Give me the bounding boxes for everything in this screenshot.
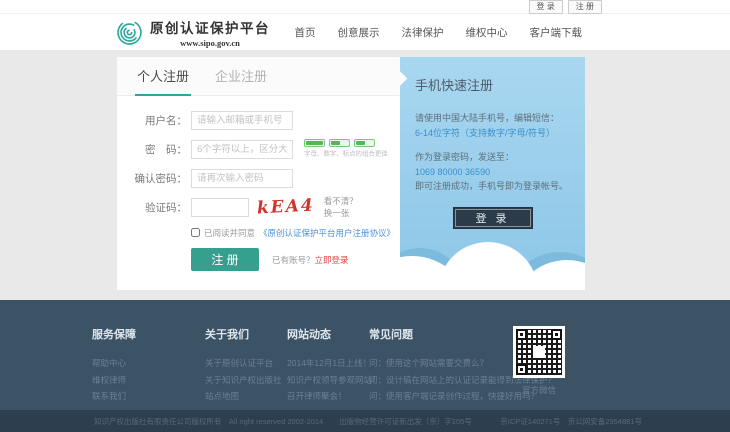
quick-login-button[interactable]: 登 录	[453, 207, 533, 229]
site-title: 原创认证保护平台	[150, 17, 270, 37]
main-nav: 首页 创意展示 法律保护 维权中心 客户端下载	[295, 25, 583, 40]
have-account-label: 已有账号？	[272, 255, 315, 265]
footer-link[interactable]: 召开律师聚会！	[287, 388, 369, 405]
password-strength: 字母、数字、标点的组合更佳	[304, 139, 395, 159]
password-input[interactable]	[191, 140, 293, 159]
footer-col-title: 常见问题	[369, 326, 507, 342]
footer-link[interactable]: 关于知识产权出版社	[205, 372, 287, 389]
username-label: 用户名：	[130, 113, 187, 128]
quick-register-title: 手机快速注册	[415, 75, 570, 94]
confirm-password-input[interactable]	[191, 169, 293, 188]
confirm-password-label: 确认密码：	[130, 171, 187, 186]
register-button[interactable]: 注 册	[568, 0, 602, 14]
panel-arrow	[400, 71, 407, 87]
captcha-image: kEA4	[257, 196, 316, 219]
footer-link[interactable]: 站点地图	[205, 388, 287, 405]
quick-register-content: 手机快速注册 请使用中国大陆手机号，编辑短信： 6-14位字符（支持数字/字母/…	[415, 75, 570, 229]
footer-col-title: 关于我们	[205, 326, 287, 342]
quick-register-line2: 6-14位字符（支持数字/字母/符号）	[415, 126, 570, 141]
sms-number: 1069 80000 36590	[415, 165, 570, 180]
strength-level-1	[304, 139, 325, 147]
agreement-row: 已阅读并同意 《原创认证保护平台用户注册协议》	[191, 226, 400, 239]
captcha-refresh-link[interactable]: 看不清？ 换一张	[324, 195, 358, 220]
confirm-password-row: 确认密码：	[130, 168, 400, 188]
username-row: 用户名：	[130, 110, 400, 130]
have-account-text: 已有账号？立即登录	[272, 254, 349, 266]
tab-company-register[interactable]: 企业注册	[215, 66, 267, 95]
tab-personal-register[interactable]: 个人注册	[137, 66, 189, 95]
site-url: www.sipo.gov.cn	[150, 38, 270, 48]
topbar: 登 录 注 册	[0, 0, 730, 14]
captcha-input[interactable]	[191, 198, 249, 217]
copyright-block: 知识产权出版社有限责任公司版权所有 All right reserved 200…	[94, 416, 472, 427]
captcha-refresh-line2: 换一张	[324, 207, 358, 219]
bottom-bar: 知识产权出版社有限责任公司版权所有 All right reserved 200…	[0, 410, 730, 432]
nav-creative-display[interactable]: 创意展示	[338, 25, 380, 40]
strength-level-2	[329, 139, 350, 147]
captcha-label: 验证码：	[130, 200, 187, 215]
register-card: 个人注册 企业注册 用户名： 密 码：	[117, 57, 585, 290]
quick-register-line4: 即可注册成功，手机号即为登录帐号。	[415, 179, 570, 194]
footer-link[interactable]: 问：使用客户端记录创作过程，快捷好用吗？	[369, 388, 507, 405]
password-strength-meter	[304, 139, 395, 147]
copyright-text: 知识产权出版社有限责任公司版权所有 All right reserved 200…	[94, 416, 323, 427]
password-label: 密 码：	[130, 142, 187, 157]
header: 原创认证保护平台 www.sipo.gov.cn 首页 创意展示 法律保护 维权…	[0, 14, 730, 50]
icp-text: 京ICP证140271号 京公网安备2954881号	[500, 416, 642, 427]
footer-link[interactable]: 问：使用这个网站需要交费么？	[369, 355, 507, 372]
footer-link[interactable]: 帮助中心	[92, 355, 205, 372]
wechat-qr-block: 官方微信	[509, 326, 569, 410]
login-now-link[interactable]: 立即登录	[315, 255, 349, 265]
submit-row: 注 册 已有账号？立即登录	[191, 248, 400, 271]
nav-rights-center[interactable]: 维权中心	[466, 25, 508, 40]
strength-level-3	[354, 139, 375, 147]
qr-label: 官方微信	[509, 384, 569, 396]
footer-link[interactable]: 维权律师	[92, 372, 205, 389]
footer: 服务保障 帮助中心 维权律师 联系我们 关于我们 关于原创认证平台 关于知识产权…	[0, 300, 730, 410]
footer-link[interactable]: 问：设计稿在网站上的认证记录能得到法律保护？	[369, 372, 507, 389]
logo-text: 原创认证保护平台 www.sipo.gov.cn	[150, 17, 270, 48]
cloud-base	[400, 278, 585, 290]
page: 登 录 注 册 原创认证保护平台 www.sipo.gov.cn 首页 创意展示…	[0, 0, 730, 432]
footer-col-about: 关于我们 关于原创认证平台 关于知识产权出版社 站点地图	[205, 326, 287, 410]
footer-col-service: 服务保障 帮助中心 维权律师 联系我们	[92, 326, 205, 410]
footer-col-title: 网站动态	[287, 326, 369, 342]
site-logo[interactable]: 原创认证保护平台 www.sipo.gov.cn	[116, 17, 270, 48]
password-row: 密 码： 字母、数字、标点的组合更佳	[130, 139, 400, 159]
nav-home[interactable]: 首页	[295, 25, 316, 40]
nav-client-download[interactable]: 客户端下载	[530, 25, 583, 40]
agreement-checkbox[interactable]	[191, 228, 200, 237]
footer-link[interactable]: 关于原创认证平台	[205, 355, 287, 372]
quick-register-panel: 手机快速注册 请使用中国大陆手机号，编辑短信： 6-14位字符（支持数字/字母/…	[400, 57, 585, 290]
qr-center-logo	[533, 346, 545, 358]
login-button[interactable]: 登 录	[529, 0, 563, 14]
footer-link[interactable]: 联系我们	[92, 388, 205, 405]
fingerprint-icon	[116, 19, 143, 46]
nav-legal-protection[interactable]: 法律保护	[402, 25, 444, 40]
password-hint: 字母、数字、标点的组合更佳	[304, 149, 388, 158]
footer-link[interactable]: 知识产权领导参观网站！	[287, 372, 369, 389]
footer-col-news: 网站动态 2014年12月1日上线！ 知识产权领导参观网站！ 召开律师聚会！	[287, 326, 369, 410]
qr-finder	[516, 364, 527, 375]
quick-register-line3: 作为登录密码，发送至：	[415, 150, 570, 165]
qr-finder	[516, 329, 527, 340]
captcha-refresh-line1: 看不清？	[324, 195, 358, 207]
username-input[interactable]	[191, 111, 293, 130]
qr-finder	[551, 329, 562, 340]
register-form-body: 用户名： 密 码： 字母、数字、标点的组合更佳	[117, 96, 400, 271]
agreement-text: 已阅读并同意	[204, 227, 255, 239]
quick-register-line1: 请使用中国大陆手机号，编辑短信：	[415, 111, 570, 126]
register-form-panel: 个人注册 企业注册 用户名： 密 码：	[117, 57, 400, 290]
main-section: 个人注册 企业注册 用户名： 密 码：	[0, 50, 730, 300]
footer-link[interactable]: 2014年12月1日上线！	[287, 355, 369, 372]
submit-register-button[interactable]: 注 册	[191, 248, 259, 271]
footer-col-faq: 常见问题 问：使用这个网站需要交费么？ 问：设计稿在网站上的认证记录能得到法律保…	[369, 326, 507, 410]
footer-col-title: 服务保障	[92, 326, 205, 342]
register-tabs: 个人注册 企业注册	[117, 57, 400, 96]
captcha-row: 验证码： kEA4 看不清？ 换一张	[130, 197, 400, 217]
qr-code-image	[513, 326, 565, 378]
license-text: 出版物经营许可证新出发（京）字105号	[339, 416, 472, 427]
agreement-link[interactable]: 《原创认证保护平台用户注册协议》	[259, 227, 395, 239]
